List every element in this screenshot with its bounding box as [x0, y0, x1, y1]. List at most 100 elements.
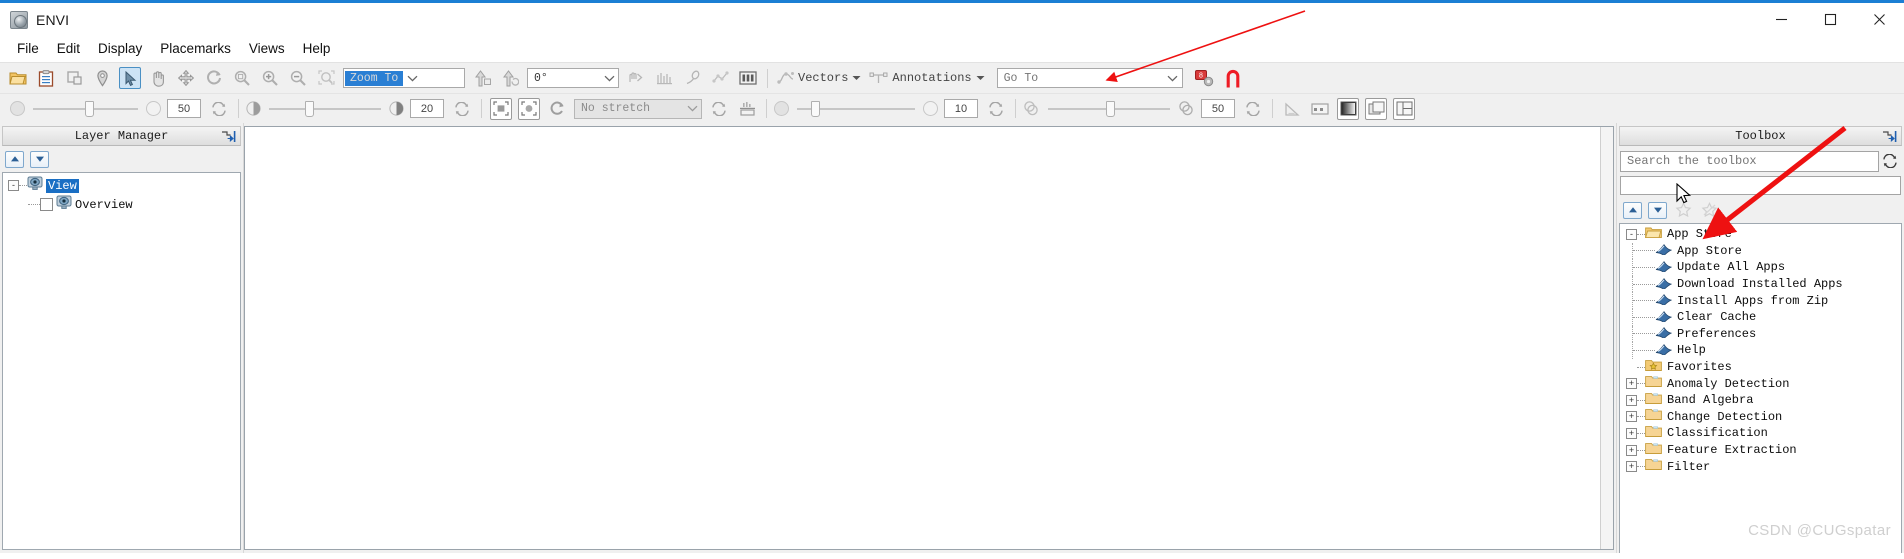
stretch-refresh-icon[interactable] [708, 98, 730, 120]
rotate-north-up-icon[interactable] [471, 67, 493, 89]
transparency-slider-track[interactable] [33, 100, 138, 117]
roi-pencil-icon[interactable] [681, 67, 703, 89]
move-up-icon[interactable] [1623, 201, 1642, 219]
toolbox-tool-download-installed-apps[interactable]: Download Installed Apps [1620, 275, 1901, 293]
zoom-out-icon[interactable] [287, 67, 309, 89]
histogram-stretch-icon[interactable] [736, 98, 758, 120]
chip-display-icon[interactable]: 8 [1194, 67, 1216, 89]
go-to-input[interactable] [997, 71, 1164, 85]
chevron-down-icon[interactable] [403, 69, 421, 87]
rotate-image-icon[interactable] [499, 67, 521, 89]
toolbox-tool-install-apps-from-zip[interactable]: Install Apps from Zip [1620, 292, 1901, 309]
chevron-down-icon[interactable] [1164, 69, 1182, 87]
layer-visibility-checkbox[interactable] [40, 198, 53, 211]
close-button[interactable] [1855, 3, 1904, 36]
view-vertical-scrollbar[interactable] [1600, 127, 1613, 549]
layer-tree-row-view[interactable]: - View [3, 176, 240, 195]
contrast-slider-thumb[interactable] [811, 100, 820, 117]
contrast-value[interactable]: 10 [944, 99, 978, 118]
brightness-refresh-icon[interactable] [451, 98, 473, 120]
toolbox-app-store-node[interactable]: - App Store [1620, 226, 1901, 243]
layer-tree-row-overview[interactable]: Overview [3, 195, 240, 214]
toolbox-favorites-node[interactable]: Favorites [1620, 359, 1901, 376]
full-extent-icon[interactable] [490, 97, 512, 120]
select-arrow-icon[interactable] [119, 67, 141, 89]
zoom-to-combo[interactable]: Zoom To [343, 68, 465, 88]
menu-file[interactable]: File [8, 38, 48, 59]
mensuration-icon[interactable] [709, 67, 731, 89]
transparency-refresh-icon[interactable] [208, 98, 230, 120]
expand-expander-icon[interactable]: + [1626, 461, 1637, 473]
reset-stretch-icon[interactable] [546, 98, 568, 120]
brightness-value[interactable]: 20 [410, 99, 444, 118]
menu-placemarks[interactable]: Placemarks [151, 38, 240, 59]
split-views-icon[interactable] [1393, 97, 1415, 120]
chevron-down-icon[interactable] [976, 75, 985, 81]
sharpen-refresh-icon[interactable] [1242, 98, 1264, 120]
toolbox-tool-app-store[interactable]: App Store [1620, 242, 1901, 260]
zoom-fit-icon[interactable] [231, 67, 253, 89]
crop-icon[interactable] [63, 67, 85, 89]
collapse-expander-icon[interactable]: - [1626, 228, 1637, 240]
toolbox-filter-node[interactable]: + Filter [1620, 458, 1901, 475]
maximize-button[interactable] [1806, 3, 1855, 36]
transparency-value[interactable]: 50 [167, 99, 201, 118]
toolbox-tool-help[interactable]: Help [1620, 342, 1901, 359]
toolbox-feature-extraction-node[interactable]: + Feature Extraction [1620, 442, 1901, 459]
panel-pin-icon[interactable] [1881, 129, 1897, 144]
chevron-down-icon[interactable] [852, 75, 861, 81]
pan-hand-icon[interactable] [147, 67, 169, 89]
band-slider-icon[interactable] [737, 67, 759, 89]
red-a-annotation-icon[interactable] [1222, 67, 1244, 89]
panel-pin-icon[interactable] [220, 129, 236, 144]
cursor-value-icon[interactable] [625, 67, 647, 89]
rotation-combo[interactable]: 0° [527, 68, 619, 88]
stretch-combo[interactable]: No stretch [574, 98, 702, 119]
toolbox-search-field[interactable] [1625, 153, 1878, 169]
star-remove-icon[interactable] [1699, 201, 1719, 219]
annotations-menu[interactable]: Annotations [869, 71, 985, 85]
fly-move-icon[interactable] [175, 67, 197, 89]
sharpen-slider-thumb[interactable] [1106, 100, 1115, 117]
clipboard-icon[interactable] [35, 67, 57, 89]
scale-bar-icon[interactable] [1309, 98, 1331, 120]
zoom-select-icon[interactable] [315, 67, 337, 89]
menu-edit[interactable]: Edit [48, 38, 89, 59]
expand-expander-icon[interactable]: + [1626, 378, 1637, 390]
expand-expander-icon[interactable]: + [1626, 394, 1637, 406]
sharpen-value[interactable]: 50 [1201, 99, 1235, 118]
menu-views[interactable]: Views [240, 38, 294, 59]
star-add-icon[interactable] [1673, 201, 1693, 219]
expand-expander-icon[interactable]: + [1626, 444, 1637, 456]
toolbox-tool-clear-cache[interactable]: Clear Cache [1620, 308, 1901, 326]
zoom-in-icon[interactable] [259, 67, 281, 89]
toolbox-secondary-field[interactable] [1620, 176, 1901, 195]
contrast-refresh-icon[interactable] [985, 98, 1007, 120]
fit-to-window-icon[interactable] [518, 97, 540, 120]
toolbox-band-algebra-node[interactable]: + Band Algebra [1620, 392, 1901, 409]
move-down-icon[interactable] [30, 150, 49, 168]
rotate-icon[interactable] [203, 67, 225, 89]
toolbox-tool-preferences[interactable]: Preferences [1620, 325, 1901, 343]
toolbox-refresh-icon[interactable] [1879, 151, 1901, 172]
contrast-slider-track[interactable] [797, 100, 915, 117]
layer-tree[interactable]: - View Overview [2, 172, 241, 550]
placemark-pin-icon[interactable] [91, 67, 113, 89]
minimize-button[interactable] [1757, 3, 1806, 36]
menu-display[interactable]: Display [89, 38, 151, 59]
image-view-canvas[interactable] [244, 126, 1614, 550]
go-to-combo[interactable] [996, 68, 1183, 88]
sharpen-slider-track[interactable] [1048, 100, 1170, 117]
transparency-slider-thumb[interactable] [85, 100, 94, 117]
toolbox-tree[interactable]: - App Store App Store Update All Apps Do… [1619, 223, 1902, 553]
brightness-slider-track[interactable] [269, 100, 381, 117]
toolbox-change-detection-node[interactable]: + Change Detection [1620, 409, 1901, 426]
toolbox-classification-node[interactable]: + Classification [1620, 425, 1901, 442]
chevron-down-icon[interactable] [600, 69, 618, 87]
toolbox-tool-update-all-apps[interactable]: Update All Apps [1620, 259, 1901, 276]
expand-expander-icon[interactable]: + [1626, 427, 1637, 439]
menu-help[interactable]: Help [294, 38, 340, 59]
expand-expander-icon[interactable]: + [1626, 411, 1637, 423]
brightness-slider-thumb[interactable] [305, 100, 314, 117]
single-view-icon[interactable] [1337, 97, 1359, 120]
